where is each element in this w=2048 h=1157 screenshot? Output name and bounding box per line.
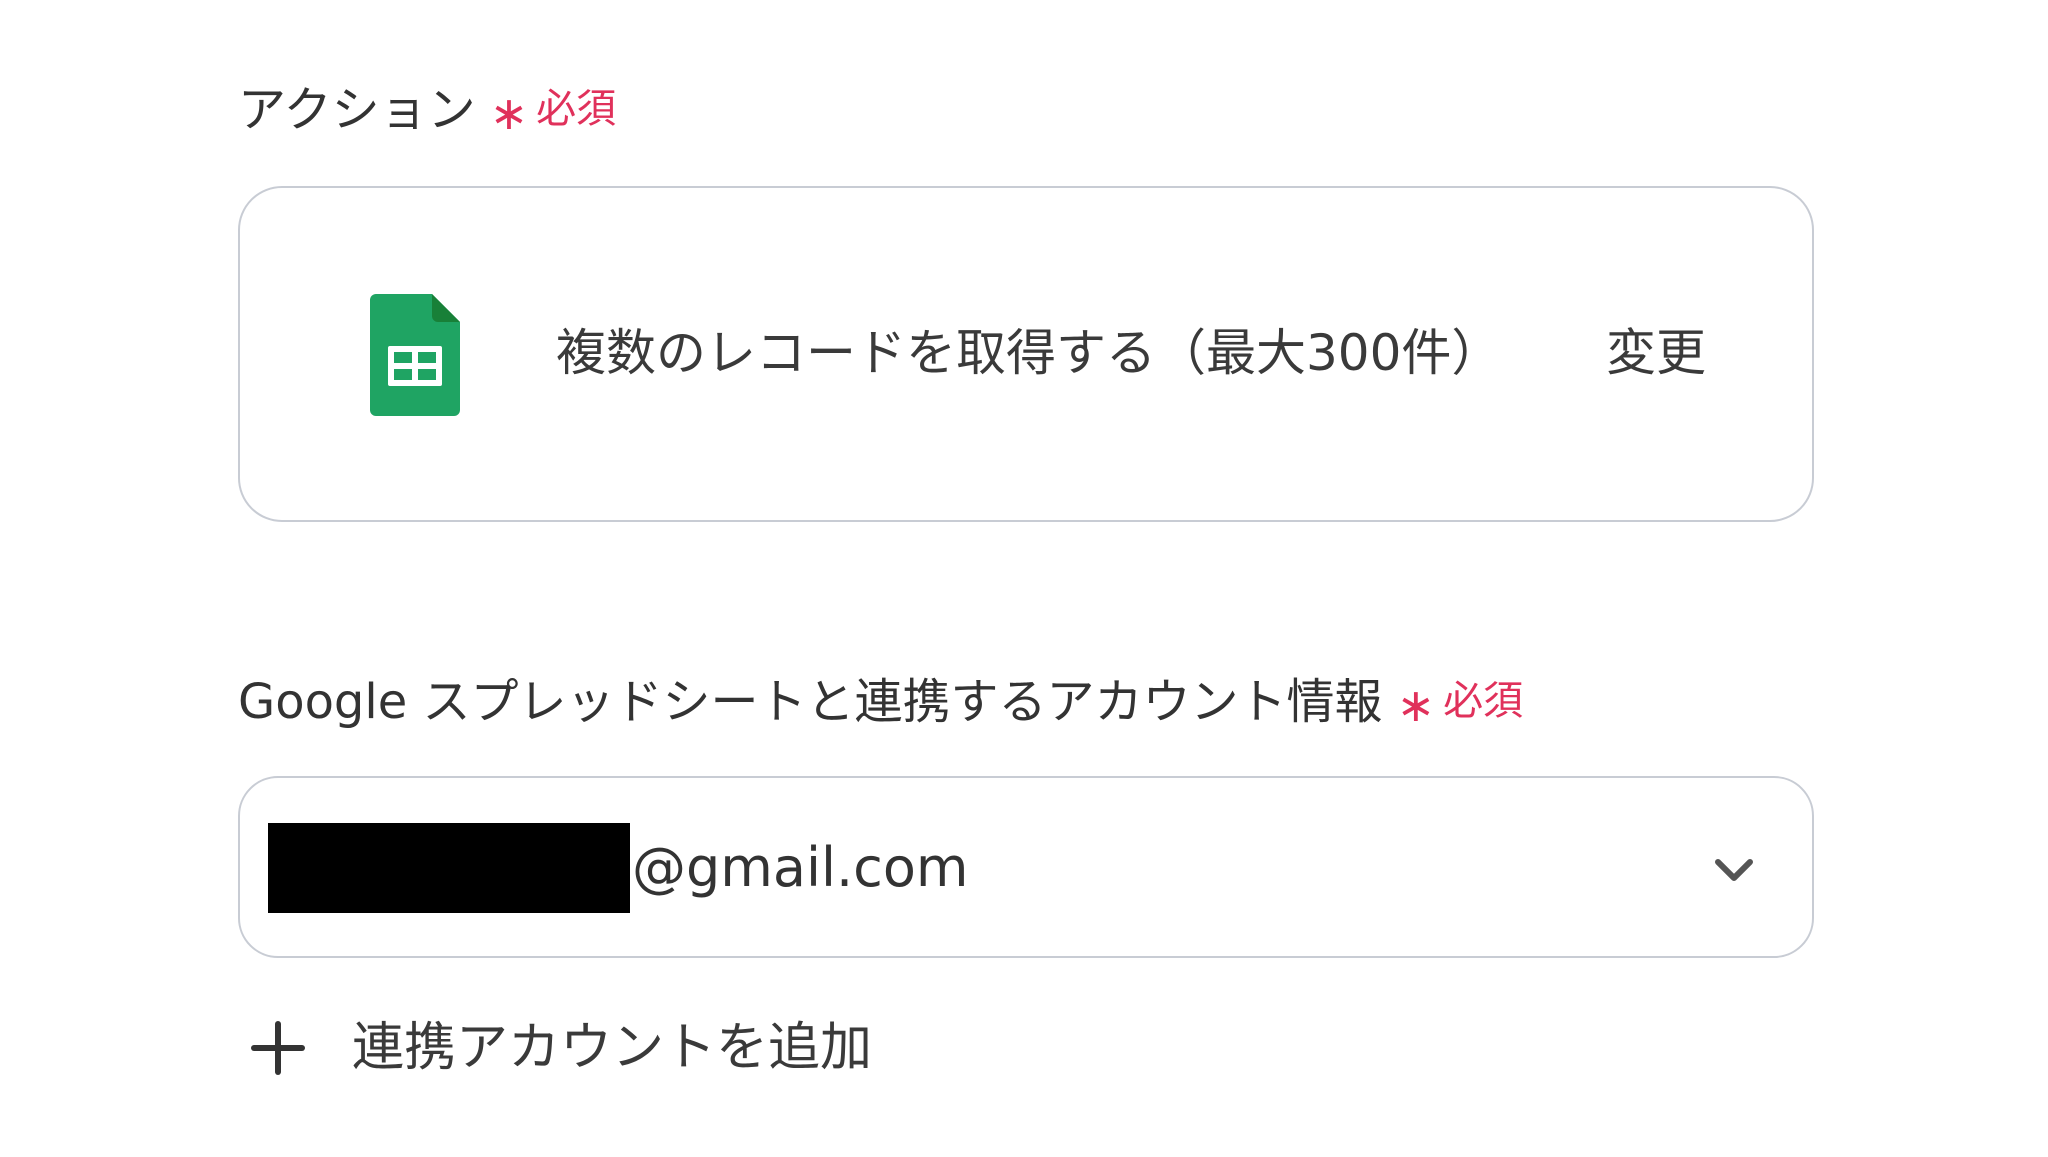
account-label-text: Google スプレッドシートと連携するアカウント情報: [238, 674, 1383, 730]
action-label-text: アクション: [238, 82, 476, 138]
action-name: 複数のレコードを取得する（最大300件）: [556, 324, 1502, 382]
required-asterisk: ∗: [1396, 678, 1436, 732]
plus-icon: [251, 1021, 305, 1075]
chevron-down-icon[interactable]: [1710, 850, 1758, 890]
google-sheets-icon: [370, 294, 460, 416]
required-badge: 必須: [536, 86, 617, 132]
redacted-email-name: [268, 823, 630, 913]
account-email-suffix: @gmail.com: [632, 836, 969, 899]
add-account-button[interactable]: 連携アカウントを追加: [250, 1010, 872, 1086]
change-action-button[interactable]: 変更: [1606, 318, 1706, 388]
action-field-label: アクション ∗ 必須: [238, 70, 616, 140]
required-asterisk: ∗: [489, 86, 529, 140]
add-account-label: 連携アカウントを追加: [352, 1018, 873, 1078]
required-badge: 必須: [1443, 678, 1524, 724]
account-select[interactable]: @gmail.com: [238, 776, 1814, 958]
account-field-label: Google スプレッドシートと連携するアカウント情報 ∗ 必須: [238, 662, 1523, 732]
action-card: 複数のレコードを取得する（最大300件） 変更: [238, 186, 1814, 522]
